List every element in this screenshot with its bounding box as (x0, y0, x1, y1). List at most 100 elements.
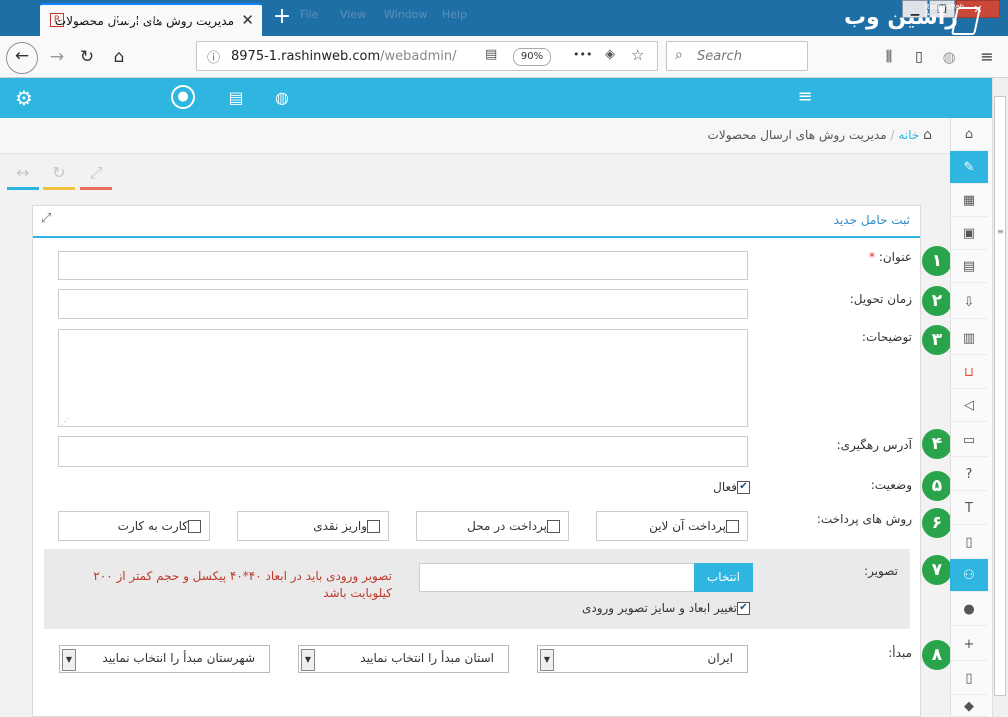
tab-close-icon[interactable]: ✕ (241, 11, 254, 29)
url-bar[interactable]: ⓘ 8975-1.rashinweb.com/webadmin/ ▤ 90% •… (196, 41, 658, 71)
news-icon[interactable]: ▦ (950, 184, 988, 217)
breadcrumb: ⌂ خانه / مدیریت روش های ارسال محصولات (708, 127, 932, 143)
checkbox-checked-icon[interactable]: ✔ (737, 481, 750, 494)
payment-methods-label: روش های پرداخت: (816, 512, 912, 526)
globe-extension-icon[interactable]: ◍ (934, 42, 964, 72)
image-label: تصویر: (864, 564, 898, 578)
dropdown-arrow-icon[interactable]: ▼ (62, 649, 76, 671)
description-label: توضیحات: (861, 330, 912, 344)
step-badge-7: ۷ (922, 555, 952, 585)
title-label: عنوان: * (869, 250, 912, 264)
breadcrumb-home-link[interactable]: خانه (898, 128, 919, 142)
zoom-level[interactable]: 90% (513, 48, 551, 66)
new-tab-button[interactable]: + (268, 4, 296, 32)
step-badge-4: ۴ (922, 429, 952, 459)
user-name[interactable]: راشین وب (104, 10, 161, 25)
users-icon[interactable]: ⚇ (950, 559, 988, 592)
user-avatar-icon[interactable]: ● (171, 85, 195, 109)
country-select[interactable]: ایران ▼ (537, 645, 748, 673)
file-icon[interactable]: ▯ (950, 526, 988, 559)
ghost-menu-help: Help (442, 8, 468, 21)
status-label: وضعیت: (870, 478, 912, 492)
checkbox-icon[interactable] (188, 520, 201, 533)
search-input[interactable]: ⌕ Search (666, 41, 808, 71)
settings-gear-icon[interactable]: ⚙ (12, 86, 36, 110)
title-input[interactable] (58, 251, 748, 280)
forward-button[interactable]: → (42, 42, 72, 72)
reader-view-icon[interactable]: ▤ (485, 47, 497, 62)
step-badge-6: ۶ (922, 508, 952, 538)
pocket-icon[interactable]: ◈ (605, 47, 615, 62)
page-actions-icon[interactable]: ••• (573, 48, 592, 61)
chat-icon[interactable]: ◆ (950, 696, 988, 717)
refresh-tool[interactable]: ↻ (43, 160, 75, 190)
monitor-icon[interactable]: ▭ (950, 424, 988, 457)
speaker-icon[interactable]: ◁ (950, 389, 988, 422)
collapse-tool[interactable]: ↔ (7, 160, 39, 190)
card-list-icon[interactable]: ▤ (226, 88, 246, 108)
library-icon[interactable]: ⫼ (874, 42, 904, 72)
breadcrumb-bar: ⌂ خانه / مدیریت روش های ارسال محصولات (0, 118, 950, 154)
question-icon[interactable]: ? (950, 458, 988, 491)
hamburger-menu-icon[interactable]: ≡ (794, 86, 816, 108)
payment-card-to-card[interactable]: کارت به کارت (58, 511, 210, 541)
scrollbar-thumb[interactable]: ≡ (994, 96, 1006, 696)
checkbox-icon[interactable] (547, 520, 560, 533)
payment-cash-deposit[interactable]: واریز نقدی (237, 511, 389, 541)
status-active-checkbox[interactable]: ✔فعال (713, 480, 750, 494)
download-icon[interactable]: ⇩ (950, 286, 988, 319)
payment-on-delivery[interactable]: پرداخت در محل (416, 511, 569, 541)
tracking-address-label: آدرس رهگیری: (836, 438, 912, 452)
payment-online[interactable]: پرداخت آن لاین (596, 511, 748, 541)
image-icon[interactable]: ▣ (950, 217, 988, 250)
dropdown-arrow-icon[interactable]: ▼ (540, 649, 554, 671)
delivery-time-input[interactable] (58, 289, 748, 319)
pencil-icon[interactable]: ✎ (950, 151, 988, 184)
step-badge-1: ۱ (922, 246, 952, 276)
search-placeholder: Search (697, 49, 742, 64)
expand-icon: ⤢ (89, 163, 103, 182)
image-path-input[interactable] (419, 563, 695, 592)
resize-grip-icon[interactable]: ⋰ (61, 417, 69, 426)
image-size-note: تصویر ورودی باید در ابعاد ۴۰*۴۰ پیکسل و … (93, 569, 392, 600)
checkbox-checked-icon[interactable]: ✔ (737, 602, 750, 615)
mobile-icon[interactable]: ▯ (950, 662, 988, 695)
city-select[interactable]: شهرستان مبدأ را انتخاب نمایید ▼ (59, 645, 270, 673)
film-icon[interactable]: ▥ (950, 322, 988, 355)
bookmark-star-icon[interactable]: ☆ (631, 46, 644, 64)
text-size-icon[interactable]: T (950, 492, 988, 525)
step-badge-2: ۲ (922, 286, 952, 316)
dropdown-arrow-icon[interactable]: ▼ (301, 649, 315, 671)
sidebar-toggle-icon[interactable]: ▯ (904, 42, 934, 72)
checkbox-icon[interactable] (367, 520, 380, 533)
panel-header: ⤢ ثبت حامل جدید (33, 206, 920, 238)
user-add-icon[interactable]: + (950, 628, 988, 661)
back-button[interactable]: ← (6, 42, 38, 74)
arrows-horizontal-icon: ↔ (16, 163, 30, 182)
checkbox-icon[interactable] (726, 520, 739, 533)
step-badge-8: ۸ (922, 640, 952, 670)
choose-image-button[interactable]: انتخاب (694, 563, 753, 592)
tracking-address-input[interactable] (58, 436, 748, 467)
home-icon[interactable]: ⌂ (950, 118, 988, 151)
info-icon[interactable]: ⓘ (207, 47, 220, 66)
origin-label: مبدأ: (888, 646, 912, 660)
globe-icon[interactable]: ◍ (272, 88, 292, 108)
resize-image-checkbox[interactable]: ✔تغییر ابعاد و سایز تصویر ورودی (582, 601, 750, 615)
breadcrumb-home-icon[interactable]: ⌂ (923, 127, 932, 143)
user-icon[interactable]: ● (950, 593, 988, 626)
reload-button[interactable]: ↻ (72, 42, 102, 72)
rashinweb-logo[interactable]: RashinWeb راشین وب (838, 3, 981, 37)
province-select[interactable]: استان مبدأ را انتخاب نمایید ▼ (298, 645, 509, 673)
page-icon[interactable]: ▤ (950, 250, 988, 283)
cart-icon[interactable]: ⊔ (950, 356, 988, 389)
panel-expand-icon[interactable]: ⤢ (41, 211, 51, 226)
home-button[interactable]: ⌂ (104, 42, 134, 72)
breadcrumb-separator: / (890, 128, 895, 142)
ghost-menu-view: View (340, 8, 367, 21)
description-textarea[interactable]: ⋰ (58, 329, 748, 427)
browser-nav-bar: ← → ↻ ⌂ ⓘ 8975-1.rashinweb.com/webadmin/… (0, 36, 1008, 78)
menu-icon[interactable]: ≡ (972, 42, 1002, 72)
refresh-icon: ↻ (52, 163, 66, 182)
fullscreen-tool[interactable]: ⤢ (80, 160, 112, 190)
